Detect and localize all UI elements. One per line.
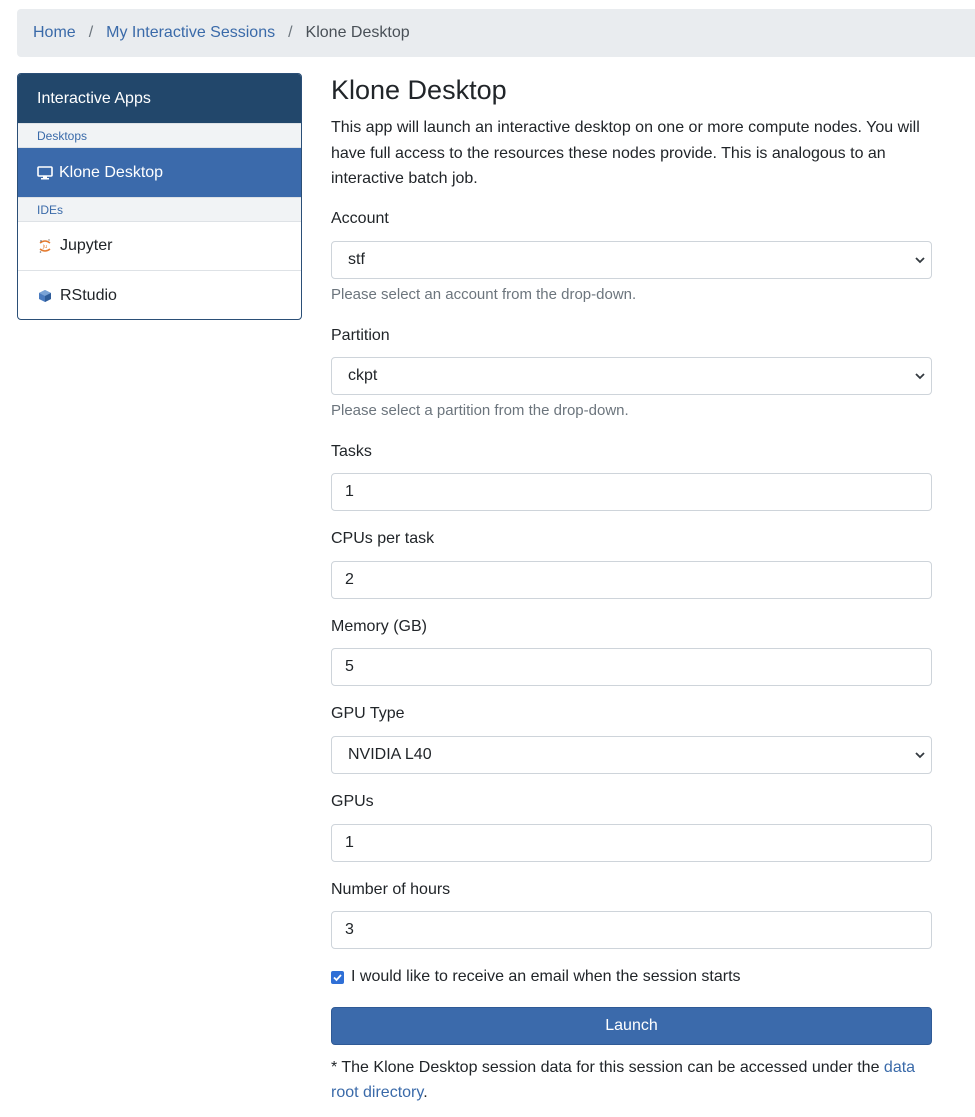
gpu-type-label: GPU Type <box>331 705 405 722</box>
page-title: Klone Desktop <box>331 75 507 105</box>
gpus-input-value: 1 <box>345 834 354 851</box>
sidebar-category-ides: IDEs <box>18 197 301 222</box>
email-notification-label[interactable]: I would like to receive an email when th… <box>351 968 741 986</box>
account-label: Account <box>331 210 389 227</box>
email-notification-row: I would like to receive an email when th… <box>331 968 741 986</box>
breadcrumb-current: Klone Desktop <box>305 24 410 41</box>
hours-label: Number of hours <box>331 881 451 898</box>
breadcrumb-separator: / <box>88 24 94 41</box>
cpus-per-task-label: CPUs per task <box>331 530 435 547</box>
account-select[interactable]: stf <box>331 241 932 279</box>
footnote-end: . <box>423 1084 428 1101</box>
jupyter-icon: ju <box>37 238 53 254</box>
breadcrumb-sessions-link[interactable]: My Interactive Sessions <box>106 24 275 42</box>
memory-input[interactable]: 5 <box>331 648 932 686</box>
memory-label: Memory (GB) <box>331 618 427 635</box>
cpus-per-task-input[interactable]: 2 <box>331 561 932 599</box>
app-description: This app will launch an interactive desk… <box>331 119 920 187</box>
partition-select-value: ckpt <box>348 367 378 384</box>
sidebar-item-label: RStudio <box>60 286 117 304</box>
hours-input[interactable]: 3 <box>331 911 932 949</box>
gpus-input[interactable]: 1 <box>331 824 932 862</box>
sidebar: Interactive Apps Desktops Klone Desktop … <box>17 73 302 320</box>
partition-select[interactable]: ckpt <box>331 357 932 395</box>
partition-help-text: Please select a partition from the drop-… <box>331 402 629 419</box>
hours-input-value: 3 <box>345 921 354 938</box>
launch-button[interactable]: Launch <box>331 1007 932 1045</box>
chevron-down-icon <box>913 253 927 272</box>
footnote: * The Klone Desktop session data for thi… <box>331 1055 932 1105</box>
tasks-input-value: 1 <box>345 483 354 500</box>
chevron-down-icon <box>913 748 927 767</box>
rstudio-icon <box>37 289 53 303</box>
sidebar-item-label: Jupyter <box>60 237 113 254</box>
chevron-down-icon <box>913 369 927 388</box>
breadcrumb-separator: / <box>288 24 293 41</box>
sidebar-title: Interactive Apps <box>18 74 301 123</box>
tasks-label: Tasks <box>331 443 372 460</box>
gpus-label: GPUs <box>331 793 374 810</box>
sidebar-item-klone-desktop[interactable]: Klone Desktop <box>18 148 301 197</box>
account-select-value: stf <box>348 251 365 268</box>
footnote-text: * The Klone Desktop session data for thi… <box>331 1059 884 1076</box>
sidebar-item-label: Klone Desktop <box>59 163 164 181</box>
monitor-icon <box>37 165 53 180</box>
svg-text:ju: ju <box>42 244 48 250</box>
gpu-type-select-value: NVIDIA L40 <box>348 746 432 763</box>
sidebar-item-jupyter[interactable]: ju Jupyter <box>18 222 301 271</box>
gpu-type-select[interactable]: NVIDIA L40 <box>331 736 932 774</box>
tasks-input[interactable]: 1 <box>331 473 932 511</box>
cpus-per-task-input-value: 2 <box>345 571 354 588</box>
breadcrumb: Home / My Interactive Sessions / Klone D… <box>17 9 975 57</box>
memory-input-value: 5 <box>345 658 354 675</box>
account-help-text: Please select an account from the drop-d… <box>331 286 637 303</box>
email-notification-checkbox[interactable] <box>331 970 344 984</box>
sidebar-category-desktops: Desktops <box>18 123 301 148</box>
partition-label: Partition <box>331 327 390 344</box>
breadcrumb-home-link[interactable]: Home <box>33 24 76 42</box>
sidebar-item-rstudio[interactable]: RStudio <box>18 271 301 319</box>
